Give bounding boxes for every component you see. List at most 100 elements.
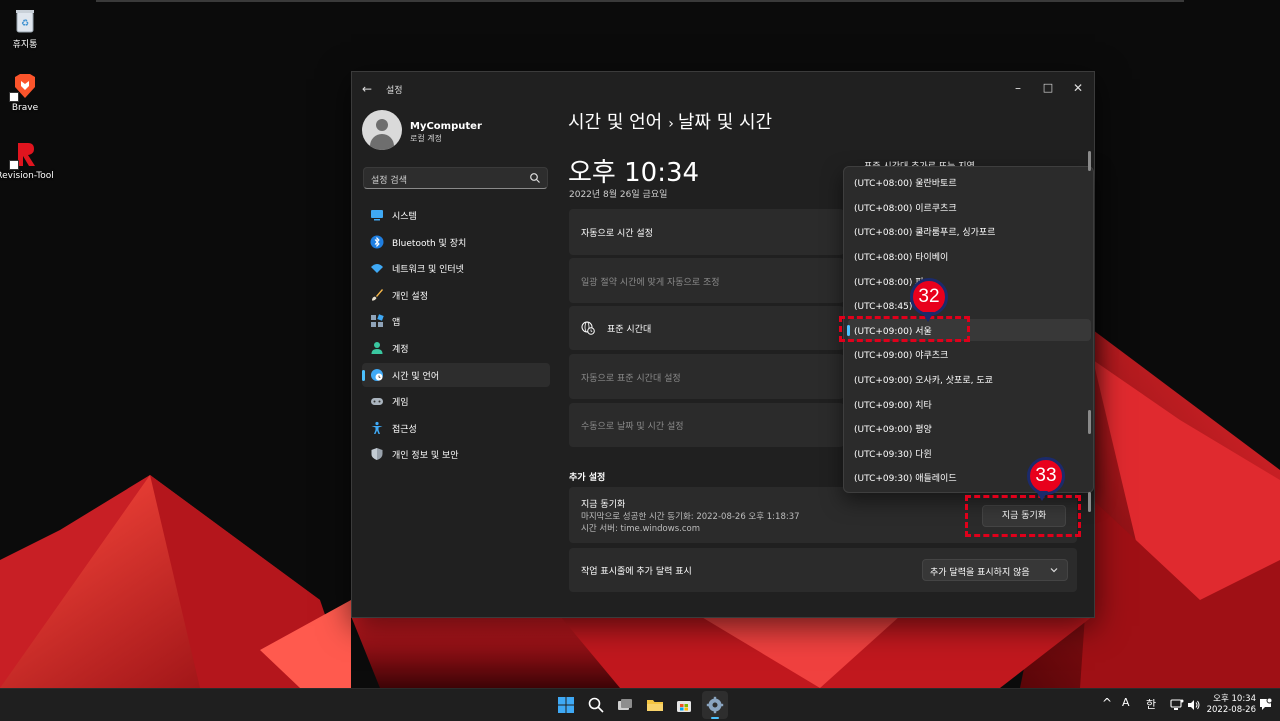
globe-clock-icon — [371, 368, 383, 381]
brave-icon — [9, 72, 39, 102]
sidebar-item-bluetooth[interactable]: Bluetooth 및 장치 — [362, 230, 550, 254]
recycle-bin-icon: ♻ — [11, 6, 39, 34]
title-bar: ← 설정 – □ ✕ — [352, 72, 1094, 104]
settings-taskbar-button[interactable] — [702, 691, 728, 719]
taskbar: ^ A 한 오후 10:34 2022-08-26 — [0, 688, 1280, 721]
start-icon[interactable] — [557, 696, 575, 714]
calendar-dropdown-value: 추가 달력을 표시하지 않음 — [930, 568, 1030, 578]
search-placeholder: 설정 검색 — [371, 176, 407, 186]
active-indicator — [362, 369, 365, 381]
person-icon — [371, 341, 383, 354]
sync-last-success: 마지막으로 성공한 시간 동기화: 2022-08-26 오후 1:18:37 — [581, 512, 800, 522]
current-time: 오후 10:34 — [568, 158, 700, 188]
network-icon[interactable] — [1170, 698, 1184, 712]
task-view-icon[interactable] — [616, 696, 634, 714]
dst-card: 일광 절약 시간에 맞게 자동으로 조정 — [569, 258, 844, 303]
settings-search-input[interactable]: 설정 검색 — [363, 167, 548, 189]
additional-settings-heading: 추가 설정 — [569, 473, 606, 483]
maximize-button[interactable]: □ — [1034, 78, 1062, 98]
timezone-option[interactable]: (UTC+08:00) 이르쿠츠크 — [844, 196, 1091, 218]
profile-name: MyComputer — [410, 121, 482, 132]
shield-icon — [371, 448, 383, 461]
content-scrollbar[interactable] — [1088, 151, 1091, 171]
revision-tool-icon — [9, 140, 39, 170]
sidebar-item-network[interactable]: 네트워크 및 인터넷 — [362, 256, 550, 280]
shortcut-arrow-icon — [9, 160, 19, 170]
auto-timezone-card: 자동으로 표준 시간대 설정 — [569, 354, 844, 399]
account-profile[interactable]: MyComputer 로컬 계정 — [362, 110, 562, 150]
timezone-label: 표준 시간대 — [607, 325, 652, 335]
auto-time-label: 자동으로 시간 설정 — [581, 229, 653, 239]
top-strip — [96, 0, 1184, 2]
back-arrow-icon[interactable]: ← — [362, 82, 376, 96]
manual-time-card: 수동으로 날짜 및 시간 설정 — [569, 403, 844, 447]
recycle-bin-shortcut[interactable]: ♻ 휴지통 — [0, 6, 55, 50]
sidebar-item-accessibility[interactable]: 접근성 — [362, 416, 550, 440]
dst-label: 일광 절약 시간에 맞게 자동으로 조정 — [581, 278, 720, 288]
timezone-option[interactable]: (UTC+08:00) 울란바토르 — [844, 171, 1091, 193]
svg-text:♻: ♻ — [21, 19, 29, 29]
ime-language-indicator[interactable]: 한 — [1146, 696, 1156, 712]
sidebar-item-personalization[interactable]: 개인 설정 — [362, 283, 550, 307]
volume-icon[interactable] — [1187, 698, 1201, 712]
sidebar-item-system[interactable]: 시스템 — [362, 203, 550, 227]
timezone-option[interactable]: (UTC+08:45) 유 — [844, 294, 1091, 316]
notification-icon[interactable] — [1259, 698, 1272, 711]
wifi-icon — [371, 264, 383, 274]
breadcrumb-parent[interactable]: 시간 및 언어 — [568, 112, 662, 133]
timezone-option[interactable]: (UTC+09:00) 야쿠츠크 — [844, 343, 1091, 365]
globe-clock-icon — [581, 321, 595, 335]
auto-timezone-label: 자동으로 표준 시간대 설정 — [581, 374, 681, 384]
ime-mode-indicator[interactable]: A — [1122, 696, 1130, 709]
timezone-option[interactable]: (UTC+09:00) 치타 — [844, 393, 1091, 415]
breadcrumb-separator: › — [668, 116, 674, 132]
sidebar-item-privacy[interactable]: 개인 정보 및 보안 — [362, 442, 550, 466]
file-explorer-icon[interactable] — [646, 696, 664, 714]
gamepad-icon — [371, 398, 383, 406]
avatar — [362, 110, 402, 150]
breadcrumb: 시간 및 언어 › 날짜 및 시간 — [568, 108, 772, 134]
timezone-option[interactable]: (UTC+08:00) 쿨라룸푸르, 싱가포르 — [844, 220, 1091, 242]
window-title: 설정 — [386, 86, 403, 96]
taskbar-clock[interactable]: 오후 10:34 2022-08-26 — [1206, 694, 1256, 716]
revision-tool-shortcut[interactable]: Revision-Tool — [0, 140, 55, 181]
tray-overflow-chevron[interactable]: ^ — [1102, 696, 1112, 710]
auto-time-card[interactable]: 자동으로 시간 설정 — [569, 209, 844, 255]
timezone-option[interactable]: (UTC+09:00) 오사카, 삿포로, 도쿄 — [844, 368, 1091, 390]
sidebar-item-accounts[interactable]: 계정 — [362, 336, 550, 360]
brave-shortcut[interactable]: Brave — [0, 72, 55, 113]
page-title: 날짜 및 시간 — [677, 112, 773, 133]
manual-time-label: 수동으로 날짜 및 시간 설정 — [581, 422, 684, 432]
timezone-option[interactable]: (UTC+08:00) 타이베이 — [844, 245, 1091, 267]
apps-icon — [371, 314, 384, 328]
dropdown-scrollbar[interactable] — [1088, 410, 1091, 434]
sync-title: 지금 동기화 — [581, 500, 626, 510]
sidebar-item-time-language[interactable]: 시간 및 언어 — [362, 362, 550, 387]
bluetooth-icon — [370, 235, 384, 249]
sidebar-item-gaming[interactable]: 게임 — [362, 389, 550, 413]
minimize-button[interactable]: – — [1004, 78, 1032, 98]
annotation-box-33 — [965, 495, 1081, 537]
chevron-down-icon — [1050, 568, 1058, 573]
timezone-option[interactable]: (UTC+09:00) 평양 — [844, 417, 1091, 439]
shortcut-arrow-icon — [9, 92, 19, 102]
annotation-badge-32: 32 — [910, 278, 948, 322]
active-app-indicator — [711, 717, 719, 719]
accessibility-icon — [371, 421, 383, 434]
annotation-badge-33: 33 — [1027, 457, 1065, 501]
search-icon[interactable] — [587, 696, 605, 714]
current-date: 2022년 8월 26일 금요일 — [569, 190, 668, 200]
brush-icon — [372, 288, 383, 301]
profile-subtitle: 로컬 계정 — [410, 134, 442, 143]
sidebar-item-apps[interactable]: 앱 — [362, 309, 550, 333]
store-icon[interactable] — [675, 696, 693, 714]
sidebar-nav: 시스템 Bluetooth 및 장치 네트워크 및 인터넷 개인 설정 앱 계정… — [362, 203, 550, 469]
timezone-option[interactable]: (UTC+08:00) 퍼 — [844, 270, 1091, 292]
content-scrollbar-lower[interactable] — [1088, 492, 1091, 512]
timezone-card[interactable]: 표준 시간대 — [569, 306, 844, 350]
calendar-dropdown[interactable]: 추가 달력을 표시하지 않음 — [922, 559, 1068, 581]
close-button[interactable]: ✕ — [1064, 78, 1092, 98]
taskbar-date: 2022-08-26 — [1206, 705, 1256, 715]
calendar-label: 작업 표시줄에 추가 달력 표시 — [581, 567, 692, 577]
sync-server: 시간 서버: time.windows.com — [581, 524, 700, 534]
